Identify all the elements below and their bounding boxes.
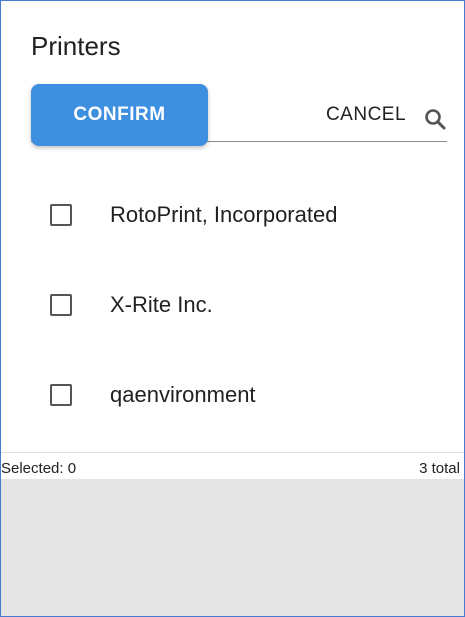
dialog-title: Printers bbox=[31, 31, 121, 61]
list-item[interactable]: X-Rite Inc. bbox=[1, 275, 464, 335]
confirm-button[interactable]: CONFIRM bbox=[31, 84, 208, 146]
cancel-button[interactable]: CANCEL bbox=[291, 84, 441, 146]
list-item[interactable]: qaenvironment bbox=[1, 365, 464, 425]
printer-checkbox[interactable] bbox=[50, 384, 72, 406]
total-count: 3 total bbox=[419, 460, 460, 477]
action-bar bbox=[1, 479, 464, 616]
selection-summary: Selected: 0 3 total bbox=[1, 453, 464, 479]
printer-checkbox[interactable] bbox=[50, 204, 72, 226]
printer-label: X-Rite Inc. bbox=[110, 292, 213, 317]
selected-count: Selected: 0 bbox=[1, 460, 77, 477]
printer-label: RotoPrint, Incorporated bbox=[110, 202, 338, 227]
printer-checkbox[interactable] bbox=[50, 294, 72, 316]
list-item[interactable]: RotoPrint, Incorporated bbox=[1, 185, 464, 245]
printer-label: qaenvironment bbox=[110, 382, 256, 407]
printers-dialog: Printers RotoPrint, Incorporated X-Rite … bbox=[0, 0, 465, 617]
